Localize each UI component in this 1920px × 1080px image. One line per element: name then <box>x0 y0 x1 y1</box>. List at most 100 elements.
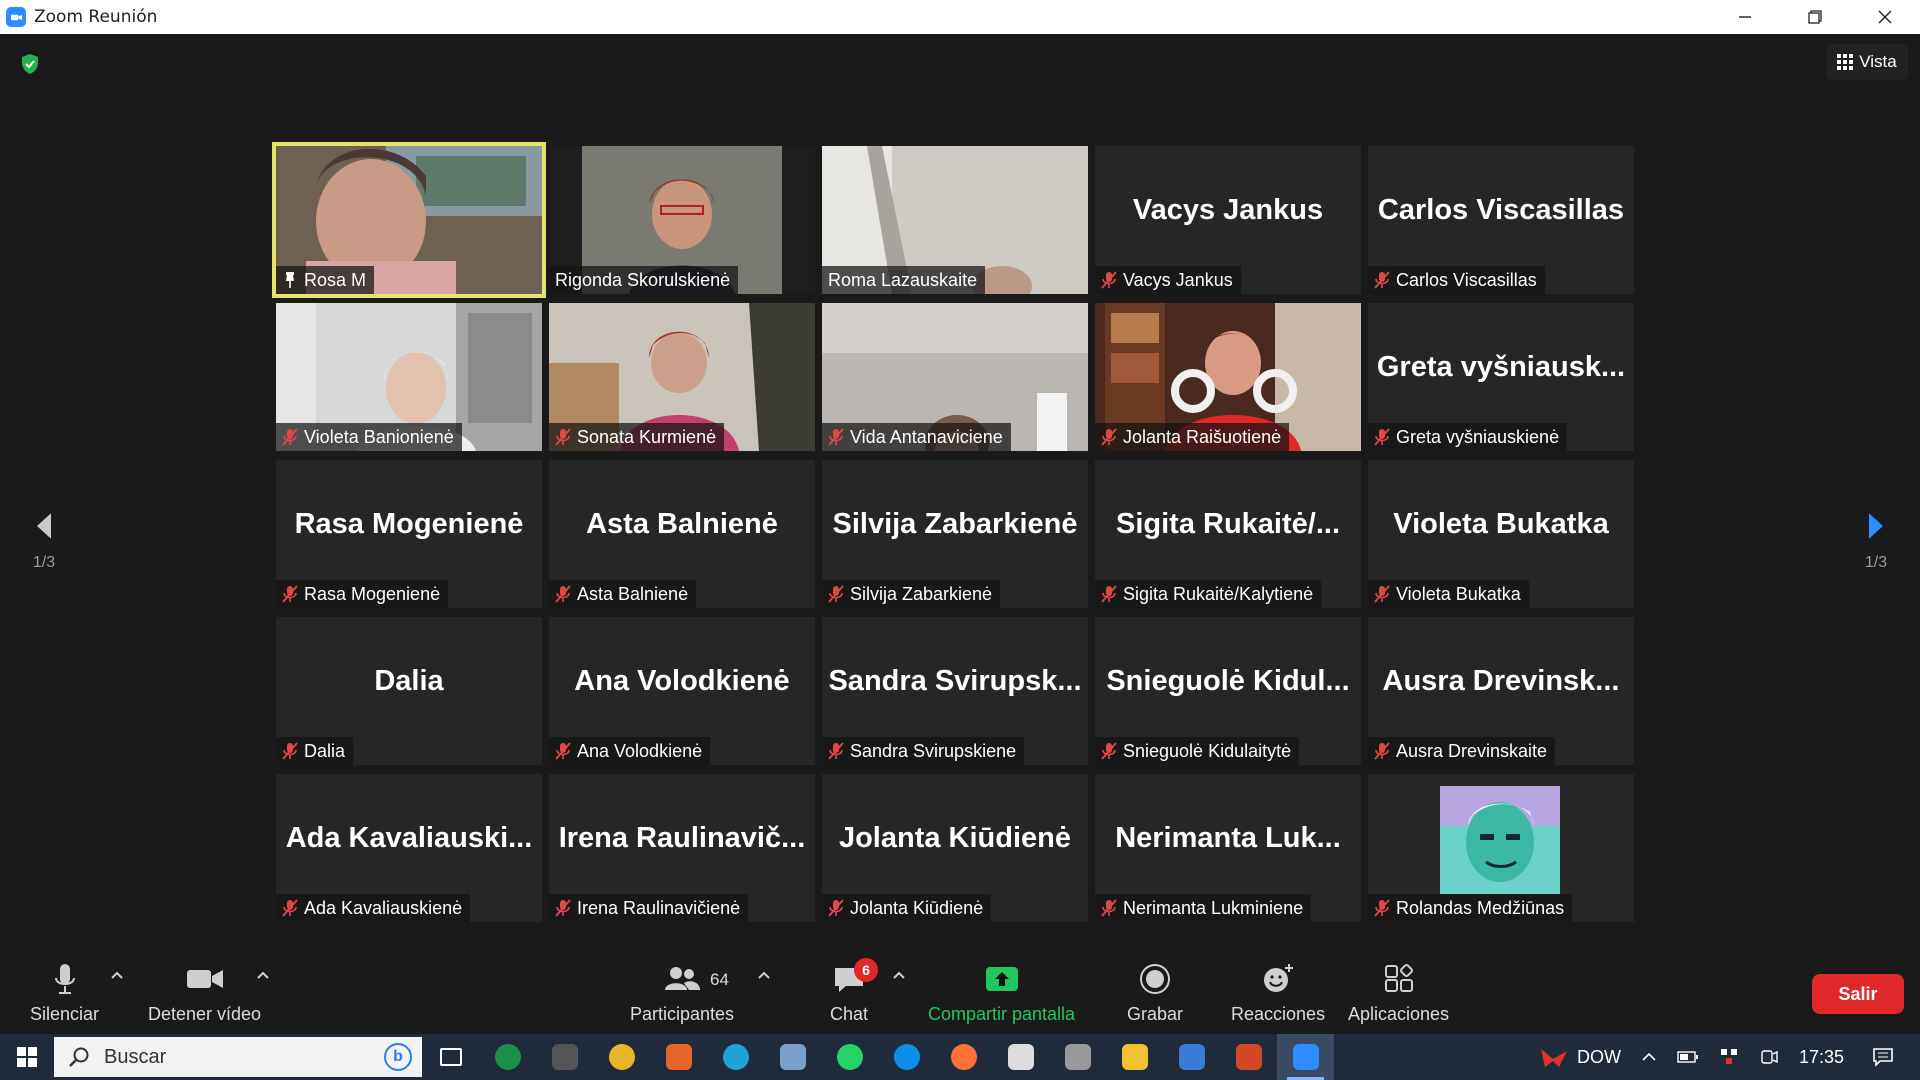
grid-view-icon <box>1837 54 1854 70</box>
participant-tile[interactable]: Violeta Banionienė <box>276 303 542 451</box>
battery-icon[interactable] <box>1667 1050 1709 1064</box>
participant-name: Ausra Drevinskaite <box>1396 740 1548 761</box>
zoom-icon[interactable] <box>1277 1034 1334 1080</box>
dow-tray-item[interactable]: DOW <box>1529 1045 1631 1069</box>
participant-tile[interactable]: Ada Kavaliauski... Ada Kavaliauskienė <box>276 774 542 922</box>
video-options-caret-icon[interactable] <box>256 970 270 980</box>
chat-options-caret-icon[interactable] <box>892 970 906 980</box>
participant-grid: Rosa M Rigonda Skorulskienė Roma Lazauskai… <box>272 142 1634 922</box>
whatsapp-icon[interactable] <box>821 1034 878 1080</box>
notifications-icon[interactable] <box>1854 1047 1920 1067</box>
minimize-icon[interactable] <box>1710 0 1780 34</box>
share-screen-button[interactable]: Compartir pantalla <box>928 962 1075 1025</box>
participant-tile[interactable]: Ana Volodkienė Ana Volodkienė <box>549 617 815 765</box>
reactions-button[interactable]: Reacciones <box>1231 962 1325 1025</box>
tray-caret-icon[interactable] <box>1631 1052 1667 1062</box>
video-camera-icon <box>186 970 223 988</box>
windows-start-icon[interactable] <box>0 1034 54 1080</box>
participant-name: Ana Volodkienė <box>577 740 703 761</box>
participant-name: Sonata Kurmienė <box>577 426 717 447</box>
participant-tile[interactable]: Asta Balnienė Asta Balnienė <box>549 460 815 608</box>
previous-page-button[interactable]: 1/3 <box>24 512 64 572</box>
app-dark-icon[interactable] <box>536 1034 593 1080</box>
file-explorer-icon[interactable] <box>1106 1034 1163 1080</box>
apps-button[interactable]: Aplicaciones <box>1348 962 1449 1025</box>
participant-tile[interactable]: Rosa M <box>272 142 546 298</box>
participant-tile[interactable]: Nerimanta Luk... Nerimanta Lukminiene <box>1095 774 1361 922</box>
participant-tile[interactable]: Sonata Kurmienė <box>549 303 815 451</box>
participant-name: Rigonda Skorulskienė <box>555 269 731 290</box>
close-icon[interactable] <box>1850 0 1920 34</box>
app-gray-icon[interactable] <box>1049 1034 1106 1080</box>
participant-name: Snieguolė Kidulaitytė <box>1123 740 1292 761</box>
mic-muted-icon <box>828 899 844 917</box>
stop-video-button[interactable]: Detener vídeo <box>148 962 261 1025</box>
mic-muted-icon <box>555 428 571 446</box>
participant-tile[interactable]: Carlos Viscasillas Carlos Viscasillas <box>1368 146 1634 294</box>
view-button[interactable]: Vista <box>1826 44 1908 80</box>
mic-muted-icon <box>282 428 298 446</box>
participants-options-caret-icon[interactable] <box>757 970 771 980</box>
taskbar-search[interactable]: Buscar b <box>54 1037 422 1077</box>
participant-name-label: Rigonda Skorulskienė <box>549 266 739 294</box>
meeting-toolbar: Silenciar Detener vídeo Participantes 64 <box>0 944 1920 1034</box>
meeting-area: Vista 1/3 1/3 Rosa M Rigonda Skorulskienė… <box>0 34 1920 944</box>
mic-muted-icon <box>1374 899 1390 917</box>
participant-tile[interactable]: Greta vyšniausk... Greta vyšniauskienė <box>1368 303 1634 451</box>
participant-tile[interactable]: Snieguolė Kidul... Snieguolė Kidulaitytė <box>1095 617 1361 765</box>
participant-name: Vacys Jankus <box>1123 269 1233 290</box>
clock[interactable]: 17:35 <box>1789 1047 1854 1068</box>
participant-tile[interactable]: Sigita Rukaitė/... Sigita Rukaitė/Kalytie… <box>1095 460 1361 608</box>
participant-tile[interactable]: Vida Antanaviciene <box>822 303 1088 451</box>
participant-tile[interactable]: Violeta Bukatka Violeta Bukatka <box>1368 460 1634 608</box>
network-icon[interactable] <box>1709 1047 1749 1067</box>
record-button[interactable]: Grabar <box>1127 962 1183 1025</box>
participant-display-name: Vacys Jankus <box>1132 194 1324 226</box>
participant-tile[interactable]: Rasa Mogenienė Rasa Mogenienė <box>276 460 542 608</box>
mute-button[interactable]: Silenciar <box>30 962 99 1025</box>
participant-tile[interactable]: Irena Raulinavič... Irena Raulinavičienė <box>549 774 815 922</box>
participant-tile[interactable]: Jolanta Raišuotienė <box>1095 303 1361 451</box>
search-placeholder: Buscar <box>104 1045 167 1068</box>
chrome-icon[interactable] <box>593 1034 650 1080</box>
page-indicator-right: 1/3 <box>1864 554 1888 571</box>
participant-display-name: Asta Balnienė <box>586 508 778 540</box>
app-blue-icon[interactable] <box>1163 1034 1220 1080</box>
participant-tile[interactable]: Rolandas Medžiūnas <box>1368 774 1634 922</box>
mic-muted-icon <box>1101 428 1117 446</box>
volume-icon[interactable] <box>1749 1047 1789 1067</box>
participants-icon <box>665 967 701 990</box>
participant-tile[interactable]: Ausra Drevinsk... Ausra Drevinskaite <box>1368 617 1634 765</box>
participant-tile[interactable]: Sandra Svirupsk... Sandra Svirupskiene <box>822 617 1088 765</box>
participant-display-name: Greta vyšniausk... <box>1376 351 1626 383</box>
app-diamond-icon[interactable] <box>992 1034 1049 1080</box>
participant-tile[interactable]: Silvija Zabarkienė Silvija Zabarkienė <box>822 460 1088 608</box>
participant-tile[interactable]: Jolanta Kiūdienė Jolanta Kiūdienė <box>822 774 1088 922</box>
app-scanner-icon[interactable] <box>764 1034 821 1080</box>
teamviewer-icon[interactable] <box>878 1034 935 1080</box>
bing-icon[interactable]: b <box>384 1043 412 1071</box>
participant-display-name: Sandra Svirupsk... <box>828 665 1082 697</box>
app-orange-icon[interactable] <box>650 1034 707 1080</box>
mic-muted-icon <box>828 742 844 760</box>
participant-name: Irena Raulinavičienė <box>577 897 741 918</box>
edge-icon[interactable] <box>707 1034 764 1080</box>
audio-options-caret-icon[interactable] <box>110 970 124 980</box>
title-bar: Zoom Reunión <box>0 0 1920 34</box>
participant-name-label: Dalia <box>276 737 354 765</box>
next-page-button[interactable]: 1/3 <box>1856 512 1896 572</box>
participant-name-label: Sigita Rukaitė/Kalytienė <box>1095 580 1322 608</box>
participant-display-name: Carlos Viscasillas <box>1377 194 1625 226</box>
task-view-icon[interactable] <box>422 1034 479 1080</box>
participant-tile[interactable]: Rigonda Skorulskienė <box>549 146 815 294</box>
leave-button[interactable]: Salir <box>1812 974 1904 1014</box>
participant-tile[interactable]: Vacys Jankus Vacys Jankus <box>1095 146 1361 294</box>
participant-tile[interactable]: Dalia Dalia <box>276 617 542 765</box>
powerpoint-icon[interactable] <box>1220 1034 1277 1080</box>
participant-tile[interactable]: Roma Lazauskaite <box>822 146 1088 294</box>
firefox-icon[interactable] <box>935 1034 992 1080</box>
app-green-icon[interactable] <box>479 1034 536 1080</box>
participant-name-label: Ausra Drevinskaite <box>1368 737 1556 765</box>
shield-check-icon[interactable] <box>18 52 42 76</box>
restore-icon[interactable] <box>1780 0 1850 34</box>
